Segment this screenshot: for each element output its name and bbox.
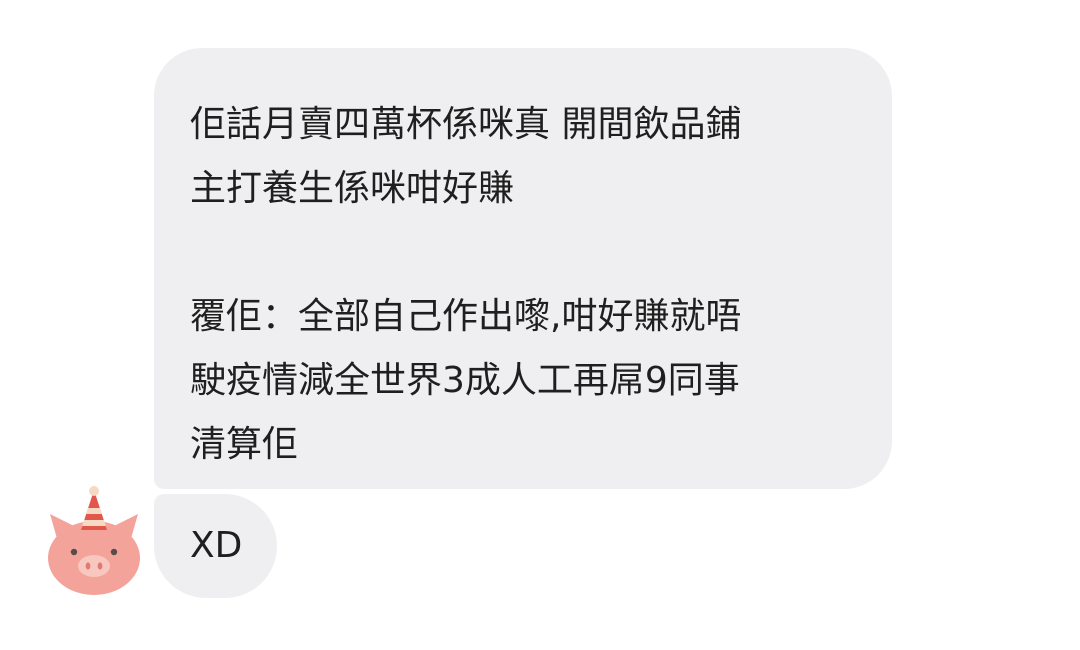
message-bubble[interactable]: 佢話月賣四萬杯係咪真 開間飲品鋪 主打養生係咪咁好賺 覆佢：全部自己作出嚟,咁好… [154, 48, 892, 489]
chat-thread: 佢話月賣四萬杯係咪真 開間飲品鋪 主打養生係咪咁好賺 覆佢：全部自己作出嚟,咁好… [0, 0, 1080, 650]
pig-with-party-hat-icon [48, 486, 140, 595]
message-line: XD [190, 525, 243, 566]
message-bubble[interactable]: XD [154, 494, 277, 598]
message-line: 駛疫情減全世界3成人工再屌9同事 [190, 360, 740, 401]
avatar[interactable] [44, 486, 144, 598]
message-line: 清算佢 [190, 424, 299, 465]
message-line: 佢話月賣四萬杯係咪真 開間飲品鋪 [190, 104, 742, 145]
message-line: 覆佢：全部自己作出嚟,咁好賺就唔 [190, 296, 742, 337]
message-line: 主打養生係咪咁好賺 [190, 168, 515, 209]
